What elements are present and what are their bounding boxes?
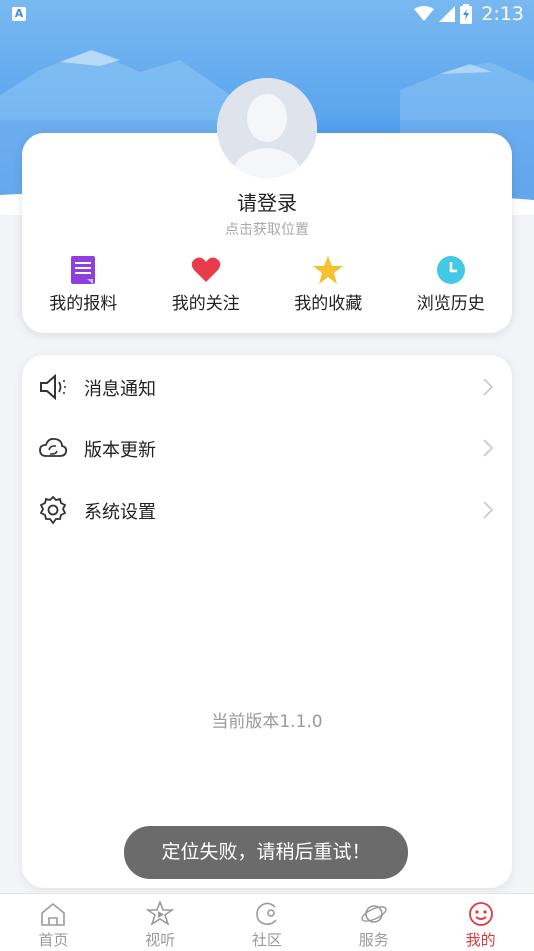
chevron-right-icon bbox=[483, 439, 494, 457]
battery-icon bbox=[460, 4, 473, 24]
menu-item-notifications[interactable]: 消息通知 bbox=[22, 367, 512, 407]
tab-services[interactable]: 服务 bbox=[320, 894, 427, 951]
heart-icon bbox=[191, 257, 221, 282]
menu-item-system-settings[interactable]: 系统设置 bbox=[22, 490, 512, 530]
home-icon bbox=[41, 902, 66, 926]
default-user-icon bbox=[217, 78, 317, 178]
quick-action-my-favorites[interactable]: 我的收藏 bbox=[267, 255, 390, 314]
tab-community[interactable]: 社区 bbox=[214, 894, 321, 951]
chevron-right-icon bbox=[483, 378, 494, 396]
tab-label: 社区 bbox=[251, 931, 282, 949]
cellular-signal-icon bbox=[439, 6, 456, 22]
settings-menu-card: 消息通知 版本更新 系统设置 当前版本1.1.0 bbox=[22, 355, 512, 888]
quick-action-label: 浏览历史 bbox=[416, 294, 485, 314]
quick-action-my-reports[interactable]: 我的报料 bbox=[22, 255, 145, 314]
quick-actions: 我的报料 我的关注 我的收藏 浏览历史 bbox=[22, 255, 512, 314]
menu-item-label: 系统设置 bbox=[84, 502, 156, 523]
cloud-sync-icon bbox=[39, 437, 68, 457]
planet-icon bbox=[361, 905, 387, 923]
community-icon bbox=[256, 902, 277, 925]
tab-media[interactable]: 视听 bbox=[107, 894, 214, 951]
gear-icon bbox=[39, 495, 67, 525]
wifi-icon bbox=[414, 6, 435, 21]
menu-item-version-update[interactable]: 版本更新 bbox=[22, 428, 512, 468]
tab-home[interactable]: 首页 bbox=[0, 894, 107, 951]
quick-action-my-follows[interactable]: 我的关注 bbox=[145, 255, 268, 314]
quick-action-label: 我的报料 bbox=[49, 294, 118, 314]
login-prompt[interactable]: 请登录 bbox=[22, 187, 512, 216]
tab-label: 首页 bbox=[38, 931, 69, 949]
quick-action-label: 我的关注 bbox=[171, 294, 240, 314]
avatar[interactable] bbox=[217, 78, 317, 178]
chevron-right-icon bbox=[483, 501, 494, 519]
menu-item-label: 消息通知 bbox=[84, 379, 156, 400]
star-icon bbox=[313, 256, 344, 284]
tab-label: 我的 bbox=[465, 931, 496, 949]
speaker-icon bbox=[40, 373, 66, 401]
smiley-icon bbox=[468, 902, 493, 926]
app-version: 当前版本1.1.0 bbox=[211, 712, 323, 732]
location-hint[interactable]: 点击获取位置 bbox=[22, 219, 512, 239]
status-bar: A 2:13 bbox=[0, 0, 534, 28]
quick-action-label: 我的收藏 bbox=[294, 294, 363, 314]
tab-label: 视听 bbox=[145, 931, 176, 949]
play-video-icon bbox=[146, 901, 175, 926]
document-icon bbox=[71, 256, 96, 284]
app-notification-icon: A bbox=[12, 7, 26, 21]
bottom-tab-bar: 首页 视听 社区 服务 我的 bbox=[0, 893, 534, 951]
clock-icon bbox=[436, 256, 465, 284]
clock-time: 2:13 bbox=[481, 3, 524, 25]
menu-item-label: 版本更新 bbox=[84, 440, 156, 461]
toast-message: 定位失败，请稍后重试！ bbox=[124, 826, 408, 879]
quick-action-browse-history[interactable]: 浏览历史 bbox=[390, 255, 513, 314]
tab-label: 服务 bbox=[358, 931, 389, 949]
tab-mine[interactable]: 我的 bbox=[427, 894, 534, 951]
